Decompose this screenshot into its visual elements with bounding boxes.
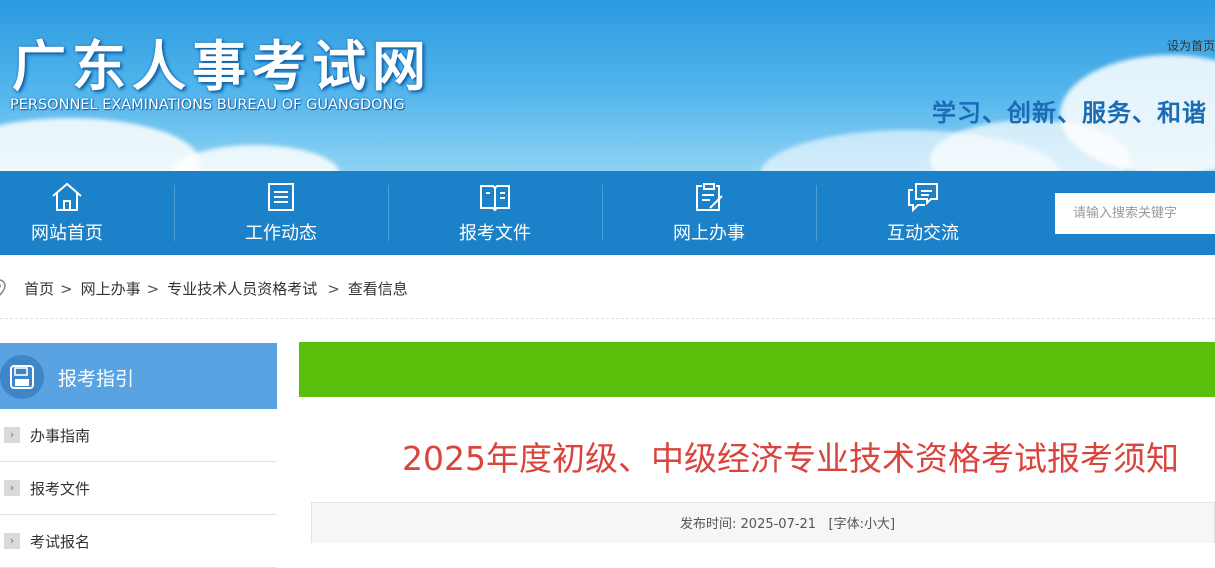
publish-date: 2025-07-21 [740,517,817,532]
nav-label: 网站首页 [31,223,103,244]
edit-icon [696,183,723,211]
site-subtitle: PERSONNEL EXAMINATIONS BUREAU OF GUANGDO… [10,97,405,113]
header-banner: 广东人事考试网 PERSONNEL EXAMINATIONS BUREAU OF… [0,0,1215,171]
sidebar-header: 报考指引 [0,343,277,409]
content-header-bar [299,342,1215,397]
font-small-button[interactable]: 小 [864,517,877,532]
book-icon [480,185,510,212]
nav-item-home[interactable]: 网站首页 [0,171,142,255]
sidebar-item-label: 办事指南 [30,427,91,445]
nav-label: 互动交流 [887,223,959,244]
article-title: 2025年度初级、中级经济专业技术资格考试报考须知 [402,439,1179,478]
nav-label: 网上办事 [673,223,745,244]
cloud-decoration [0,118,200,171]
location-pin-icon [0,279,6,297]
save-icon [10,365,34,389]
set-homepage-link[interactable]: 设为首页 [1167,37,1215,54]
breadcrumb-item[interactable]: 网上办事 [81,280,141,298]
nav-item-online-services[interactable]: 网上办事 [634,171,784,255]
sidebar-item-label: 考试报名 [30,533,91,551]
nav-divider [388,185,389,241]
breadcrumb-separator: > [327,280,340,298]
font-large-button[interactable]: 大] [877,517,895,532]
sidebar-item-registration[interactable]: › 考试报名 [0,515,277,568]
search-input[interactable] [1055,193,1215,234]
breadcrumb-divider [0,318,1215,319]
publish-label: 发布时间: [680,517,737,532]
font-size-label: [字体: [828,517,864,532]
list-icon [268,183,294,211]
chat-icon [908,183,938,213]
nav-divider [602,185,603,241]
sidebar-item-exam-docs[interactable]: › 报考文件 [0,462,277,515]
chevron-right-icon: › [4,427,20,443]
nav-label: 工作动态 [245,223,317,244]
breadcrumb-item[interactable]: 专业技术人员资格考试 [167,280,317,298]
site-title[interactable]: 广东人事考试网 [12,22,432,101]
sidebar-icon-badge [0,355,44,399]
nav-label: 报考文件 [459,223,531,244]
nav-item-interaction[interactable]: 互动交流 [848,171,998,255]
sidebar-item-label: 报考文件 [30,480,91,498]
sidebar-item-guide[interactable]: › 办事指南 [0,409,277,462]
article-meta: 发布时间: 2025-07-21 [字体:小大] [680,513,895,532]
cloud-decoration [170,145,340,171]
breadcrumb-current: 查看信息 [347,280,408,298]
home-icon [52,182,82,211]
nav-item-work-news[interactable]: 工作动态 [206,171,356,255]
nav-divider [174,185,175,241]
main-nav: 网站首页 工作动态 报考文件 网上办事 互动交流 [0,171,1215,255]
article-meta-box: 发布时间: 2025-07-21 [字体:小大] [311,502,1215,543]
sidebar-title: 报考指引 [58,368,135,390]
breadcrumb-item[interactable]: 首页 [24,280,54,298]
site-slogan: 学习、创新、服务、和谐 [932,99,1207,127]
breadcrumb-separator: > [60,280,73,298]
nav-divider [816,185,817,241]
breadcrumb-separator: > [146,280,160,298]
chevron-right-icon: › [4,533,20,549]
chevron-right-icon: › [4,480,20,496]
nav-item-exam-docs[interactable]: 报考文件 [420,171,570,255]
